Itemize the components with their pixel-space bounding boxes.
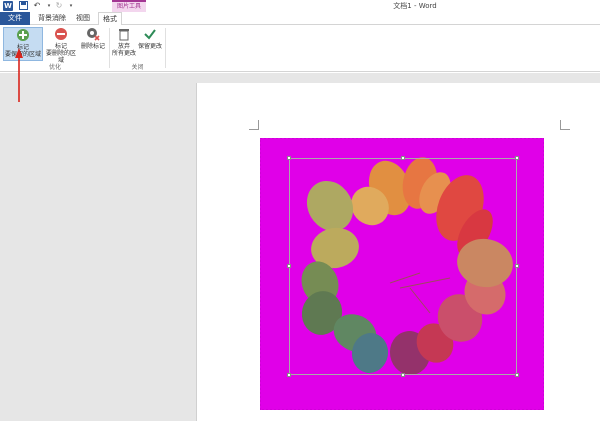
- discard-label-1: 放弃: [117, 43, 130, 50]
- resize-handle[interactable]: [515, 264, 519, 268]
- resize-handle[interactable]: [515, 373, 519, 377]
- keep-changes-button[interactable]: 保留更改: [137, 27, 163, 61]
- save-icon[interactable]: [18, 1, 28, 11]
- group-label-close: 关闭: [131, 64, 144, 71]
- undo-icon[interactable]: ↶: [32, 1, 42, 11]
- discard-changes-button[interactable]: 放弃 所有更改: [112, 27, 136, 61]
- document-title: 文档1 - Word: [393, 2, 437, 10]
- keep-changes-label: 保留更改: [137, 43, 162, 50]
- crop-mark: [560, 120, 570, 130]
- resize-handle[interactable]: [287, 156, 291, 160]
- discard-label-2: 所有更改: [112, 50, 137, 57]
- resize-handle[interactable]: [515, 156, 519, 160]
- ribbon: 标记 要保留的区域 标记 要删除的区域 删除标记 优化 放弃 所有更改 保留更改…: [0, 25, 600, 72]
- remove-mark-icon: [55, 28, 67, 40]
- delete-mark-button[interactable]: 删除标记: [79, 27, 107, 61]
- mark-remove-label-1: 标记: [54, 43, 67, 50]
- mark-remove-button[interactable]: 标记 要删除的区域: [44, 27, 78, 64]
- title-bar: W ↶ ▾ ↻ ▾ 图片工具 文档1 - Word: [0, 0, 600, 12]
- delete-mark-label: 删除标记: [80, 43, 105, 50]
- discard-icon: [119, 29, 129, 41]
- annotation-arrow-icon: [15, 48, 23, 102]
- group-separator: [109, 28, 110, 68]
- resize-handle[interactable]: [287, 264, 291, 268]
- picture-tools-context-label: 图片工具: [112, 0, 146, 12]
- resize-handle[interactable]: [401, 156, 405, 160]
- add-mark-icon: [17, 29, 29, 41]
- ribbon-tab-row: 文件 背景消除 视图 格式: [0, 12, 600, 25]
- image-selection-frame[interactable]: [289, 158, 517, 375]
- tab-file[interactable]: 文件: [0, 12, 30, 25]
- tab-format[interactable]: 格式: [98, 12, 122, 25]
- tab-background-removal[interactable]: 背景消除: [36, 12, 68, 25]
- resize-handle[interactable]: [287, 373, 291, 377]
- crop-mark: [249, 120, 259, 130]
- tab-view[interactable]: 视图: [72, 12, 94, 25]
- keep-changes-icon: [144, 29, 156, 40]
- word-logo-icon: W: [3, 1, 13, 11]
- resize-handle[interactable]: [401, 373, 405, 377]
- group-separator: [165, 28, 166, 68]
- undo-dropdown-icon[interactable]: ▾: [44, 1, 54, 11]
- redo-icon[interactable]: ↻: [54, 1, 64, 11]
- customize-icon[interactable]: ▾: [66, 1, 76, 11]
- delete-mark-icon: [87, 28, 100, 41]
